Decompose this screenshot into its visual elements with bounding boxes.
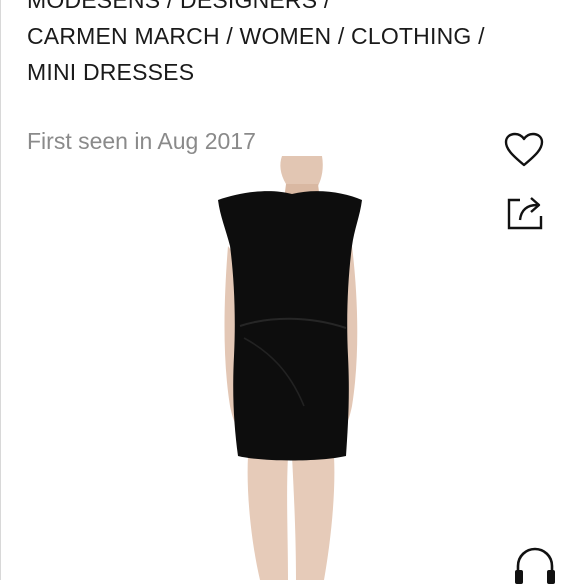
breadcrumb-line[interactable]: CARMEN MARCH / WOMEN / CLOTHING / — [27, 18, 485, 54]
share-icon[interactable] — [506, 194, 544, 230]
breadcrumb-line[interactable]: MODESENS / DESIGNERS / — [27, 0, 330, 18]
breadcrumb-line[interactable]: MINI DRESSES — [27, 54, 194, 90]
model-left-leg — [247, 456, 288, 580]
first-seen-text: First seen in Aug 2017 — [27, 128, 256, 154]
heart-icon[interactable] — [504, 132, 544, 168]
product-photo — [218, 156, 362, 580]
page-edge-divider — [0, 0, 1, 580]
model-right-leg — [292, 456, 335, 580]
headset-icon[interactable] — [512, 546, 558, 586]
